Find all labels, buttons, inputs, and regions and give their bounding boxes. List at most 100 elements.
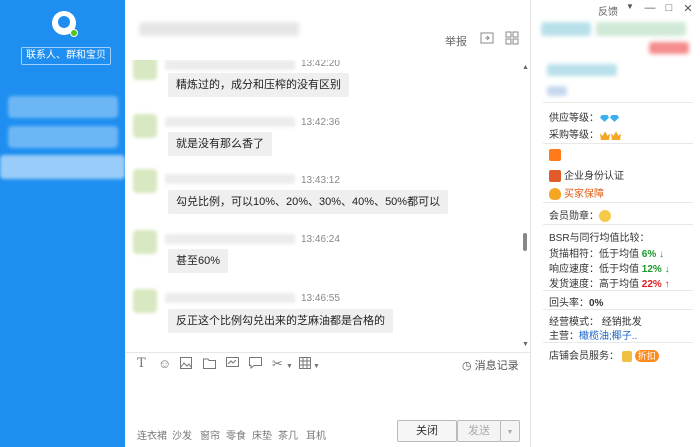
send-options-button[interactable]: ▼ <box>500 420 520 442</box>
scrollbar-thumb[interactable] <box>523 233 527 251</box>
metric-label: 货描相符： <box>549 249 599 260</box>
quick-phrase[interactable]: 沙发 <box>172 427 192 442</box>
sender-name <box>165 174 295 184</box>
image-icon[interactable] <box>180 357 192 372</box>
sender-name <box>165 234 295 244</box>
metric-compare: 低于均值 <box>599 264 639 275</box>
contact-item-selected[interactable] <box>0 155 125 179</box>
quick-phrase[interactable]: 零食 <box>226 427 246 442</box>
repeat-rate-label: 回头率： <box>549 298 589 309</box>
discount-badge[interactable]: 折扣 <box>634 350 659 362</box>
font-icon[interactable]: T <box>137 357 146 371</box>
shield-icon <box>549 188 561 201</box>
seller-info-panel: 反馈 ▼ — □ ✕ 供应等级： 采购等级： 企业身份认证 买家保障 会员勋章：… <box>530 0 700 447</box>
scroll-up-icon[interactable]: ▲ <box>521 64 530 71</box>
close-icon[interactable]: ✕ <box>682 2 694 15</box>
divider <box>543 342 693 343</box>
sender-name <box>165 60 295 70</box>
avatar-face <box>58 16 70 28</box>
arrow-up-icon: ↑ <box>664 279 670 290</box>
message-list[interactable]: 13:42:20 精炼过的，成分和压榨的没有区别 13:42:36 就是没有那么… <box>125 60 530 352</box>
grid-icon[interactable] <box>504 31 519 45</box>
contact-item[interactable] <box>8 96 118 118</box>
seller-badge-blur <box>649 42 689 54</box>
user-avatar[interactable] <box>52 11 78 37</box>
metric-value: 6% <box>641 249 657 260</box>
feedback-link[interactable]: 反馈 <box>598 3 618 18</box>
message-time: 13:46:24 <box>301 234 340 245</box>
message-bubble: 反正这个比例勾兑出来的芝麻油都是合格的 <box>168 309 393 333</box>
main-business-link[interactable]: 橄榄油;椰子.. <box>579 331 637 342</box>
quick-phrase[interactable]: 窗帘 <box>200 427 220 442</box>
share-icon[interactable] <box>479 31 494 45</box>
buyer-protection-row[interactable]: 买家保障 <box>549 185 604 201</box>
medal-icon[interactable] <box>599 210 611 223</box>
message-bubble: 就是没有那么香了 <box>168 132 272 156</box>
diamond-icon <box>600 114 609 122</box>
arrow-down-icon: ↓ <box>664 264 670 275</box>
contact-search-input[interactable]: 联系人、群和宝贝 <box>21 47 111 65</box>
enterprise-cert-row[interactable]: 企业身份认证 <box>549 167 624 183</box>
crown-icon <box>611 131 621 141</box>
divider <box>543 143 693 144</box>
send-button[interactable]: 发送 <box>457 420 501 442</box>
message-scrollbar[interactable] <box>521 60 530 352</box>
message-input-area[interactable]: T ☺ ✂ ▼ ▼ ◷ 消息记录 连衣裙 沙发 窗帘 零食 床垫 茶几 耳机 关… <box>125 352 530 447</box>
quick-phrase[interactable]: 床垫 <box>252 427 272 442</box>
metric-row: 响应速度：低于均值 12% ↓ <box>549 260 670 275</box>
seller-name-blur <box>541 22 591 36</box>
quick-phrase[interactable]: 茶几 <box>278 427 298 442</box>
contacts-sidebar: 联系人、群和宝贝 <box>0 0 125 447</box>
maximize-icon[interactable]: □ <box>663 2 675 14</box>
sender-avatar <box>133 289 157 313</box>
sender-name <box>165 117 295 127</box>
chevron-down-icon[interactable]: ▼ <box>286 360 293 374</box>
divider <box>543 102 693 103</box>
minimize-icon[interactable]: — <box>644 2 656 14</box>
chevron-down-icon[interactable]: ▼ <box>313 360 320 374</box>
contact-name-title <box>139 22 299 36</box>
message-time: 13:46:55 <box>301 293 340 304</box>
repeat-rate-row: 回头率：0% <box>549 294 603 309</box>
metric-label: 发货速度： <box>549 279 599 290</box>
report-button[interactable]: 举报 <box>445 33 467 49</box>
scroll-down-icon[interactable]: ▼ <box>521 341 530 348</box>
store-service-row: 店铺会员服务： 折扣 <box>549 347 659 362</box>
table-icon[interactable] <box>299 357 311 372</box>
comment-icon[interactable] <box>249 357 262 372</box>
message-history-button[interactable]: ◷ 消息记录 <box>462 357 519 373</box>
enterprise-cert-label: 企业身份认证 <box>564 171 624 182</box>
sender-avatar <box>133 230 157 254</box>
chevron-down-icon: ▼ <box>506 429 514 436</box>
screenshot-icon[interactable] <box>226 357 239 372</box>
message-time: 13:42:36 <box>301 117 340 128</box>
folder-icon[interactable] <box>203 357 216 372</box>
divider <box>543 224 693 225</box>
repeat-rate-value: 0% <box>589 298 604 309</box>
verified-badge <box>549 149 564 161</box>
close-button[interactable]: 关闭 <box>397 420 457 442</box>
purchase-level-row: 采购等级： <box>549 126 621 141</box>
contact-item[interactable] <box>8 126 118 148</box>
dropdown-icon[interactable]: ▼ <box>624 2 636 11</box>
metric-value: 12% <box>641 264 662 275</box>
member-medal-label: 会员勋章： <box>549 211 599 222</box>
verified-icon[interactable] <box>549 149 561 161</box>
arrow-down-icon: ↓ <box>659 249 665 260</box>
member-medal-row: 会员勋章： <box>549 207 614 223</box>
scissors-icon[interactable]: ✂ <box>272 357 283 371</box>
emoji-icon[interactable]: ☺ <box>158 357 171 371</box>
sender-name <box>165 293 295 303</box>
chat-header: 举报 <box>125 0 530 60</box>
quick-phrase[interactable]: 耳机 <box>306 427 326 442</box>
seller-name-blur <box>596 22 686 36</box>
buyer-protection-label: 买家保障 <box>564 189 604 200</box>
metric-value: 22% <box>641 279 662 290</box>
id-card-icon <box>549 170 561 183</box>
main-business-row: 主营：橄榄油;椰子.. <box>549 327 637 342</box>
purchase-level-label: 采购等级： <box>549 130 599 141</box>
clock-icon: ◷ <box>462 360 472 372</box>
lock-icon <box>621 350 632 362</box>
quick-phrase[interactable]: 连衣裙 <box>137 427 167 442</box>
main-business-label: 主营： <box>549 331 579 342</box>
